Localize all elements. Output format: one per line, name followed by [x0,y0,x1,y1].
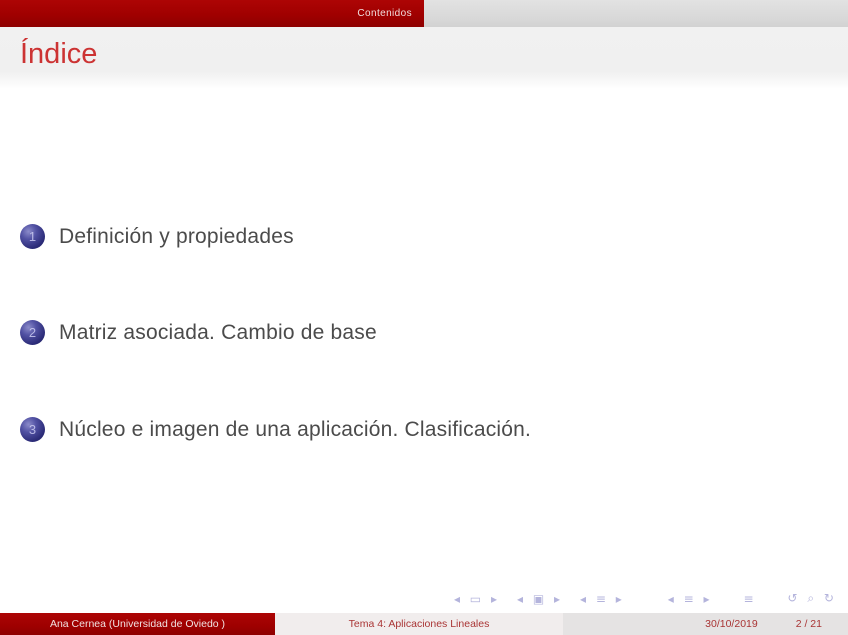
toc-item-label: Núcleo e imagen de una aplicación. Clasi… [59,418,531,442]
section-nav-icon[interactable]: ◂ ≡ ▸ [668,592,713,606]
toc-item[interactable]: 2 Matriz asociada. Cambio de base [20,320,377,345]
footer-bar: Ana Cernea (Universidad de Oviedo ) Tema… [0,613,848,635]
footer-short-title: Tema 4: Aplicaciones Lineales [349,618,490,630]
toc-item-label: Definición y propiedades [59,225,294,249]
item-number: 2 [29,326,36,339]
toc-list: 1 Definición y propiedades 2 Matriz asoc… [0,0,848,635]
item-number: 3 [29,423,36,436]
navigation-bar: ◂ ▭ ▸ ◂ ▣ ▸ ◂ ≡ ▸ ◂ ≡ ▸ ≡ ↺ ⌕ ↻ [454,591,837,606]
frame-nav-icon[interactable]: ◂ ▣ ▸ [517,592,563,606]
subsection-nav-icon[interactable]: ◂ ≡ ▸ [580,592,625,606]
slide-nav-icon[interactable]: ◂ ▭ ▸ [454,592,500,606]
search-nav-icon[interactable]: ↺ ⌕ ↻ [788,591,837,606]
footer-date-box: 30/10/2019 2 / 21 [563,613,848,635]
item-number-ball-icon: 2 [20,320,45,345]
item-number: 1 [29,230,36,243]
footer-date: 30/10/2019 [705,618,758,630]
toc-item[interactable]: 1 Definición y propiedades [20,224,294,249]
toc-item[interactable]: 3 Núcleo e imagen de una aplicación. Cla… [20,417,531,442]
item-number-ball-icon: 3 [20,417,45,442]
item-number-ball-icon: 1 [20,224,45,249]
footer-page-number: 2 / 21 [796,618,822,630]
toc-nav-icon[interactable]: ≡ [743,592,756,606]
beamer-slide: Contenidos Índice 1 Definición y propied… [0,0,848,635]
footer-author: Ana Cernea (Universidad de Oviedo ) [50,618,225,630]
toc-item-label: Matriz asociada. Cambio de base [59,321,377,345]
footer-title-box: Tema 4: Aplicaciones Lineales [275,613,563,635]
footer-author-box: Ana Cernea (Universidad de Oviedo ) [0,613,275,635]
